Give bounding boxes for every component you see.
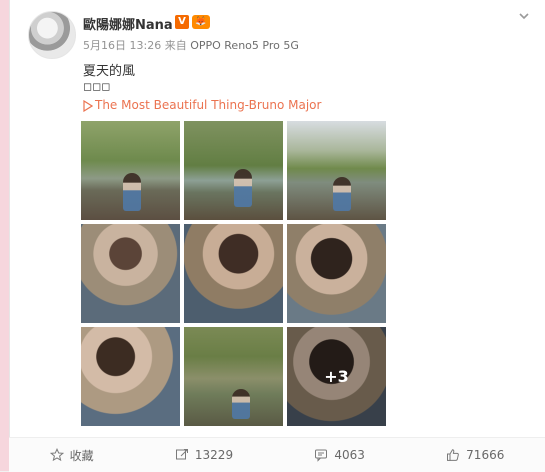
post-text-line2: ◻◻◻ <box>83 80 111 93</box>
comment-icon <box>315 449 328 462</box>
member-badge: 🦊 <box>192 15 210 29</box>
more-images-overlay[interactable]: +3 <box>287 327 386 426</box>
image-figure <box>234 169 252 207</box>
favorite-label: 收藏 <box>69 448 94 463</box>
image-grid: +3 <box>81 121 388 429</box>
left-pink-stripe <box>0 0 9 471</box>
repost-icon <box>175 449 188 460</box>
post-timestamp[interactable]: 5月16日 13:26 来自 <box>83 39 187 52</box>
star-icon <box>49 448 64 462</box>
post-source: OPPO Reno5 Pro 5G <box>190 39 299 52</box>
repost-button[interactable]: 13229 <box>175 438 233 472</box>
like-count: 71666 <box>466 448 505 462</box>
image-thumb-8[interactable] <box>184 327 283 426</box>
like-button[interactable]: 71666 <box>446 438 504 472</box>
verified-badge: V <box>175 15 189 29</box>
post-actions-bar: 收藏 13229 4063 71666 <box>9 437 545 472</box>
post-text-line1: 夏天的風 <box>83 64 136 79</box>
image-thumb-6[interactable] <box>287 224 386 323</box>
image-thumb-5[interactable] <box>184 224 283 323</box>
thumbs-up-icon <box>447 449 460 461</box>
comment-count: 4063 <box>334 448 365 462</box>
post-meta: 5月16日 13:26 来自 OPPO Reno5 Pro 5G <box>83 37 299 53</box>
image-thumb-1[interactable] <box>81 121 180 220</box>
username[interactable]: 歐陽娜娜Nana <box>83 14 173 33</box>
comment-button[interactable]: 4063 <box>314 438 365 472</box>
favorite-button[interactable]: 收藏 <box>49 438 94 472</box>
repost-count: 13229 <box>194 448 234 462</box>
image-thumb-4[interactable] <box>81 224 180 323</box>
chevron-down-icon[interactable] <box>518 10 530 22</box>
image-figure <box>123 173 141 211</box>
image-thumb-9[interactable]: +3 <box>287 327 386 426</box>
music-link[interactable]: The Most Beautiful Thing-Bruno Major <box>95 98 321 112</box>
image-thumb-3[interactable] <box>287 121 386 220</box>
play-icon[interactable] <box>83 100 93 112</box>
image-figure <box>333 177 351 211</box>
image-figure <box>232 389 250 419</box>
avatar[interactable] <box>28 11 76 59</box>
image-thumb-2[interactable] <box>184 121 283 220</box>
image-thumb-7[interactable] <box>81 327 180 426</box>
weibo-post-card: 歐陽娜娜Nana V 🦊 5月16日 13:26 来自 OPPO Reno5 P… <box>9 0 545 471</box>
